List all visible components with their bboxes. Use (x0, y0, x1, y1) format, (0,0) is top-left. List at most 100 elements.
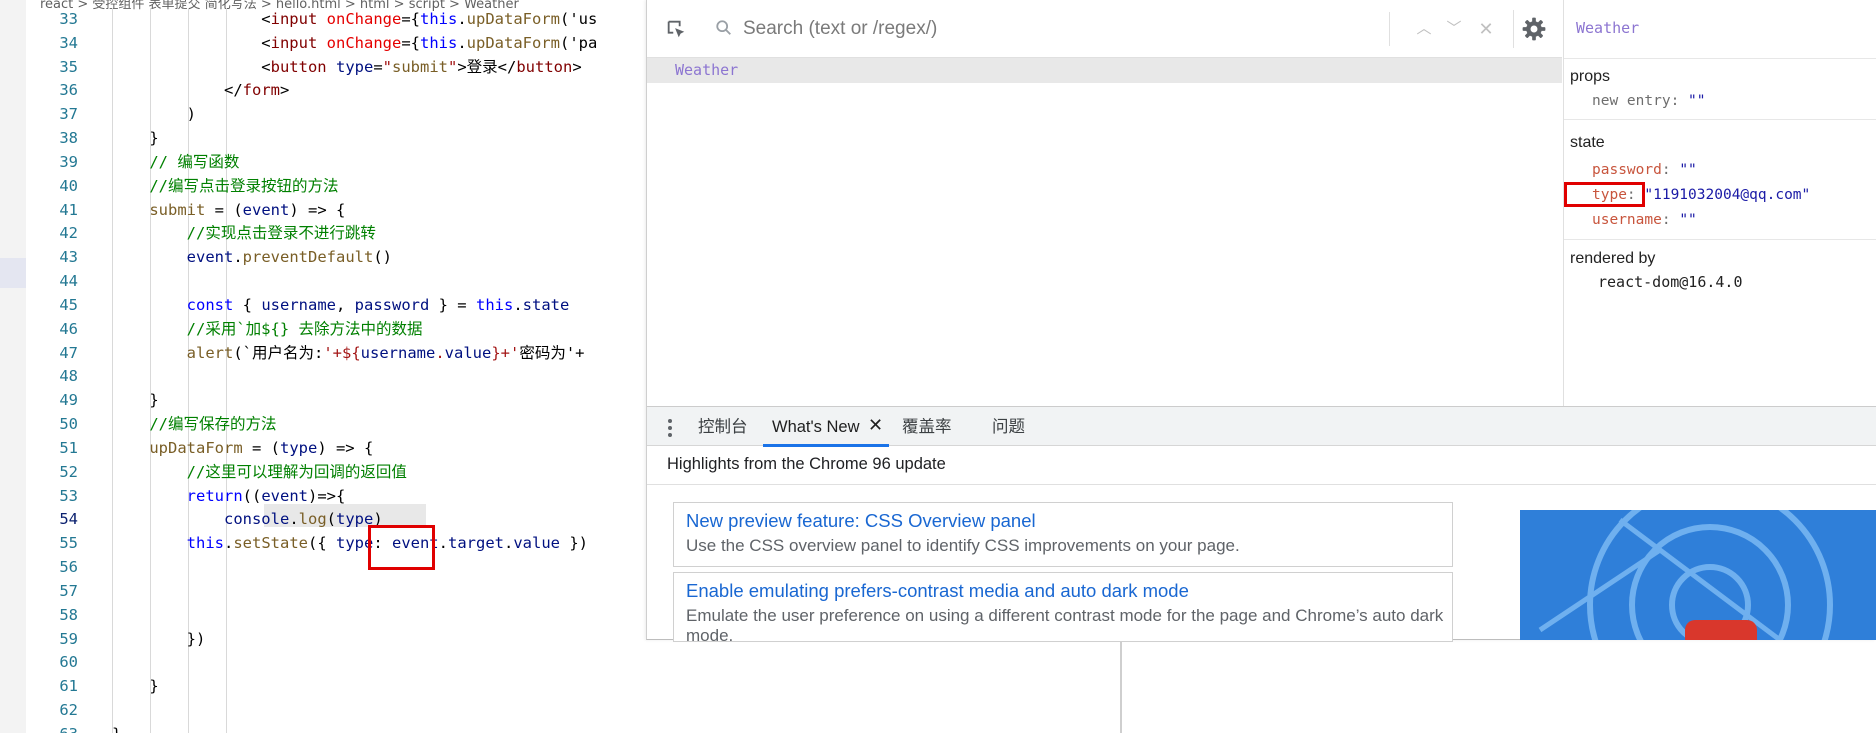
more-tools-icon[interactable] (665, 417, 675, 439)
annotation-box-type-code (368, 525, 435, 570)
prop-value[interactable]: "" (1688, 93, 1705, 109)
state-section-label: state (1570, 134, 1605, 151)
line-number: 44 (59, 272, 78, 291)
tab-issues[interactable]: 问题 (992, 407, 1025, 447)
line-number: 34 (59, 33, 78, 52)
line-number: 42 (59, 224, 78, 243)
code-text[interactable]: //编写保存的方法 (112, 413, 276, 437)
code-text[interactable]: upDataForm = (type) => { (112, 437, 373, 461)
divider (647, 484, 1876, 485)
line-number: 61 (59, 677, 78, 696)
state-row-password[interactable]: password: "" (1592, 162, 1697, 178)
line-number: 36 (59, 81, 78, 100)
code-text[interactable]: <input onChange={this.upDataForm('pa (112, 32, 597, 56)
line-number: 62 (59, 701, 78, 720)
code-text[interactable]: // 编写函数 (112, 151, 239, 175)
line-number: 56 (59, 558, 78, 577)
line-number: 39 (59, 152, 78, 171)
code-text[interactable]: console.log(type) (112, 508, 383, 532)
state-value[interactable]: "" (1679, 212, 1696, 228)
code-text[interactable]: <button type="submit">登录</button> (112, 56, 581, 80)
line-number: 49 (59, 391, 78, 410)
line-number: 52 (59, 462, 78, 481)
code-line[interactable]: 62 (26, 699, 1026, 723)
line-number: 41 (59, 200, 78, 219)
code-text[interactable]: const { username, password } = this.stat… (112, 294, 570, 318)
toolbar-separator (1513, 10, 1514, 48)
code-text[interactable]: </form> (112, 79, 289, 103)
tab-console[interactable]: 控制台 (698, 407, 748, 447)
line-number: 55 (59, 534, 78, 553)
card-title-link[interactable]: Enable emulating prefers-contrast media … (686, 580, 1189, 602)
element-picker-icon[interactable] (665, 18, 687, 40)
code-text[interactable]: } (112, 675, 158, 699)
state-value[interactable]: "" (1679, 162, 1696, 178)
line-number: 43 (59, 248, 78, 267)
code-text[interactable]: //实现点击登录不进行跳转 (112, 222, 376, 246)
code-text[interactable]: ) (112, 103, 196, 127)
code-text[interactable]: alert(`用户名为:'+${username.value}+'密码为'+ (112, 342, 585, 366)
state-key: password (1592, 162, 1662, 178)
divider (1564, 239, 1876, 240)
state-value[interactable]: "1191032004@qq.com" (1644, 187, 1810, 203)
code-text[interactable]: //编写点击登录按钮的方法 (112, 175, 338, 199)
search-input[interactable] (743, 12, 1313, 46)
code-text[interactable]: return((event)=>{ (112, 485, 346, 509)
whats-new-card[interactable]: New preview feature: CSS Overview panel … (673, 502, 1453, 567)
clear-search-button[interactable]: ✕ (1475, 18, 1497, 40)
code-text[interactable]: <input onChange={this.upDataForm('us (112, 8, 597, 32)
line-number: 54 (59, 510, 78, 529)
whats-new-card[interactable]: Enable emulating prefers-contrast media … (673, 572, 1453, 642)
line-number: 59 (59, 629, 78, 648)
code-text[interactable]: } (112, 389, 158, 413)
editor-left-gutter-trim (0, 0, 26, 733)
component-tree-item-weather[interactable]: Weather (647, 58, 1562, 83)
next-result-button[interactable]: ﹀ (1443, 18, 1465, 40)
close-tab-icon[interactable]: ✕ (868, 415, 883, 436)
chrome-update-video-thumbnail[interactable] (1520, 510, 1876, 640)
inspected-component-title: Weather (1576, 19, 1640, 37)
settings-gear-icon[interactable] (1521, 16, 1547, 42)
line-number: 58 (59, 605, 78, 624)
divider (1564, 119, 1876, 120)
code-text[interactable]: //采用`加${} 去除方法中的数据 (112, 318, 423, 342)
play-icon[interactable] (1685, 620, 1757, 640)
line-number: 53 (59, 486, 78, 505)
line-number: 37 (59, 105, 78, 124)
code-line[interactable]: 63} (26, 723, 1026, 733)
line-number: 47 (59, 343, 78, 362)
tab-coverage[interactable]: 覆盖率 (902, 407, 952, 447)
code-text[interactable]: this.setState({ type: event.target.value… (112, 532, 588, 556)
state-row-username[interactable]: username: "" (1592, 212, 1697, 228)
editor-gutter-marker (0, 258, 26, 288)
state-key: username (1592, 212, 1662, 228)
code-text[interactable]: }) (112, 628, 206, 652)
toolbar-separator (1389, 12, 1390, 46)
code-text[interactable]: } (112, 127, 158, 151)
card-title-link[interactable]: New preview feature: CSS Overview panel (686, 510, 1036, 532)
card-description: Emulate the user preference on using a d… (686, 606, 1444, 642)
line-number: 63 (26, 723, 78, 733)
line-number: 40 (59, 176, 78, 195)
line-number: 51 (59, 438, 78, 457)
previous-result-button[interactable]: ︿ (1413, 18, 1435, 40)
code-text[interactable]: event.preventDefault() (112, 246, 392, 270)
code-line[interactable]: 61 } (26, 675, 1026, 699)
browser-page-area (998, 640, 1876, 733)
code-text[interactable]: submit = (event) => { (112, 199, 345, 223)
rendered-by-value: react-dom@16.4.0 (1598, 273, 1743, 291)
tab-label: What's New (772, 418, 860, 436)
divider (1564, 58, 1876, 59)
line-number: 35 (59, 57, 78, 76)
line-number: 45 (59, 295, 78, 314)
code-line[interactable]: 60 (26, 651, 1026, 675)
drawer-tab-bar: 控制台 What's New ✕ 覆盖率 问题 (647, 406, 1876, 447)
annotation-box-type-state (1564, 182, 1645, 207)
prop-row[interactable]: new entry: "" (1592, 93, 1706, 109)
line-number: 46 (59, 319, 78, 338)
line-number: 50 (59, 415, 78, 434)
code-text[interactable]: //这里可以理解为回调的返回值 (112, 461, 407, 485)
rendered-by-label: rendered by (1570, 250, 1656, 267)
card-description: Use the CSS overview panel to identify C… (686, 536, 1240, 555)
code-text[interactable]: } (112, 723, 121, 733)
